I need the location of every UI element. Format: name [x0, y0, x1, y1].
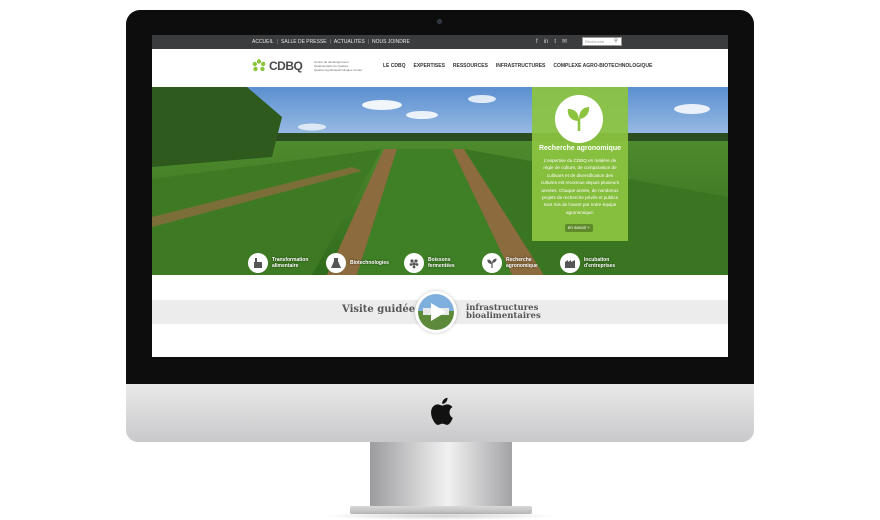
- logo-flower-icon: [252, 59, 266, 72]
- website-screen: ACCUEIL | SALLE DE PRESSE | ACTUALITÉS |…: [152, 35, 728, 357]
- field-photo: [152, 87, 728, 275]
- facebook-icon[interactable]: f: [536, 39, 538, 45]
- top-link-accueil[interactable]: ACCUEIL: [252, 39, 274, 45]
- apple-logo-icon: [431, 397, 453, 425]
- expertise-recherche[interactable]: Recherche agronomique: [482, 251, 560, 275]
- hero-image: [152, 87, 728, 275]
- expertise-biotechnologies[interactable]: Biotechnologies: [326, 251, 404, 275]
- expertise-label: fermentées: [428, 263, 455, 269]
- main-nav: LE CDBQ EXPERTISES RESSOURCES INFRASTRUC…: [383, 63, 652, 69]
- sprout-small-icon: [482, 253, 502, 273]
- social-links: f in t ✉: [536, 38, 567, 46]
- factory-icon: [248, 253, 268, 273]
- linkedin-icon[interactable]: in: [544, 39, 549, 45]
- separator: |: [367, 39, 370, 45]
- stand-shadow: [320, 512, 560, 520]
- nav-item-expertises[interactable]: EXPERTISES: [414, 63, 445, 69]
- sprout-icon: [555, 95, 603, 143]
- expertise-label: alimentaire: [272, 263, 299, 269]
- top-link-salle-de-presse[interactable]: SALLE DE PRESSE: [281, 39, 327, 45]
- expertise-transformation[interactable]: Transformation alimentaire: [248, 251, 326, 275]
- separator: |: [276, 39, 278, 45]
- top-link-nous-joindre[interactable]: NOUS JOINDRE: [372, 39, 410, 45]
- video-play-button[interactable]: [415, 291, 457, 333]
- nav-item-le-cdbq[interactable]: LE CDBQ: [383, 63, 406, 69]
- mail-icon[interactable]: ✉: [562, 38, 567, 45]
- twitter-icon[interactable]: t: [554, 39, 556, 45]
- expertise-boissons[interactable]: Boissons fermentées: [404, 251, 482, 275]
- imac-mockup: ACCUEIL | SALLE DE PRESSE | ACTUALITÉS |…: [0, 0, 880, 520]
- separator: |: [329, 39, 331, 45]
- expertise-icons: Transformation alimentaire Biotechnologie…: [248, 251, 648, 275]
- building-icon: [560, 253, 580, 273]
- grapes-icon: [404, 253, 424, 273]
- expertise-label: Biotechnologies: [350, 260, 389, 266]
- promo-box: Recherche agronomique L'expertise du CDB…: [532, 87, 628, 241]
- expertise-label: agronomique: [506, 263, 538, 269]
- expertise-label: d'entreprises: [584, 263, 616, 269]
- logo-tagline: Centre de développement bioalimentaire d…: [314, 60, 364, 72]
- promo-body: L'expertise du CDBQ en matière de régie …: [540, 158, 620, 215]
- expertise-incubation[interactable]: Incubation d'entreprises: [560, 251, 638, 275]
- visite-guidee-title: Visite guidée: [342, 304, 416, 315]
- top-links: ACCUEIL | SALLE DE PRESSE | ACTUALITÉS |…: [252, 39, 410, 45]
- camera-icon: [437, 19, 442, 24]
- flask-icon: [326, 253, 346, 273]
- nav-item-complexe[interactable]: COMPLEXE AGRO-BIOTECHNOLOGIQUE: [553, 63, 652, 69]
- top-link-actualites[interactable]: ACTUALITÉS: [334, 39, 365, 45]
- promo-title: Recherche agronomique: [538, 145, 622, 152]
- infrastructures-title: infrastructures bioalimentaires: [466, 304, 541, 321]
- site-logo[interactable]: CDBQ: [252, 59, 303, 73]
- stand-neck: [370, 442, 512, 508]
- nav-item-ressources[interactable]: RESSOURCES: [453, 63, 488, 69]
- tagline-line: Québec Agrobiotechnologies Center: [314, 68, 363, 72]
- logo-text: CDBQ: [269, 59, 303, 73]
- infra-line: bioalimentaires: [466, 311, 541, 321]
- top-bar: ACCUEIL | SALLE DE PRESSE | ACTUALITÉS |…: [152, 35, 728, 49]
- play-icon: [418, 294, 454, 330]
- en-savoir-plus-button[interactable]: en savoir +: [565, 224, 593, 232]
- search-icon[interactable]: ⚲: [612, 38, 620, 45]
- nav-item-infrastructures[interactable]: INFRASTRUCTURES: [496, 63, 545, 69]
